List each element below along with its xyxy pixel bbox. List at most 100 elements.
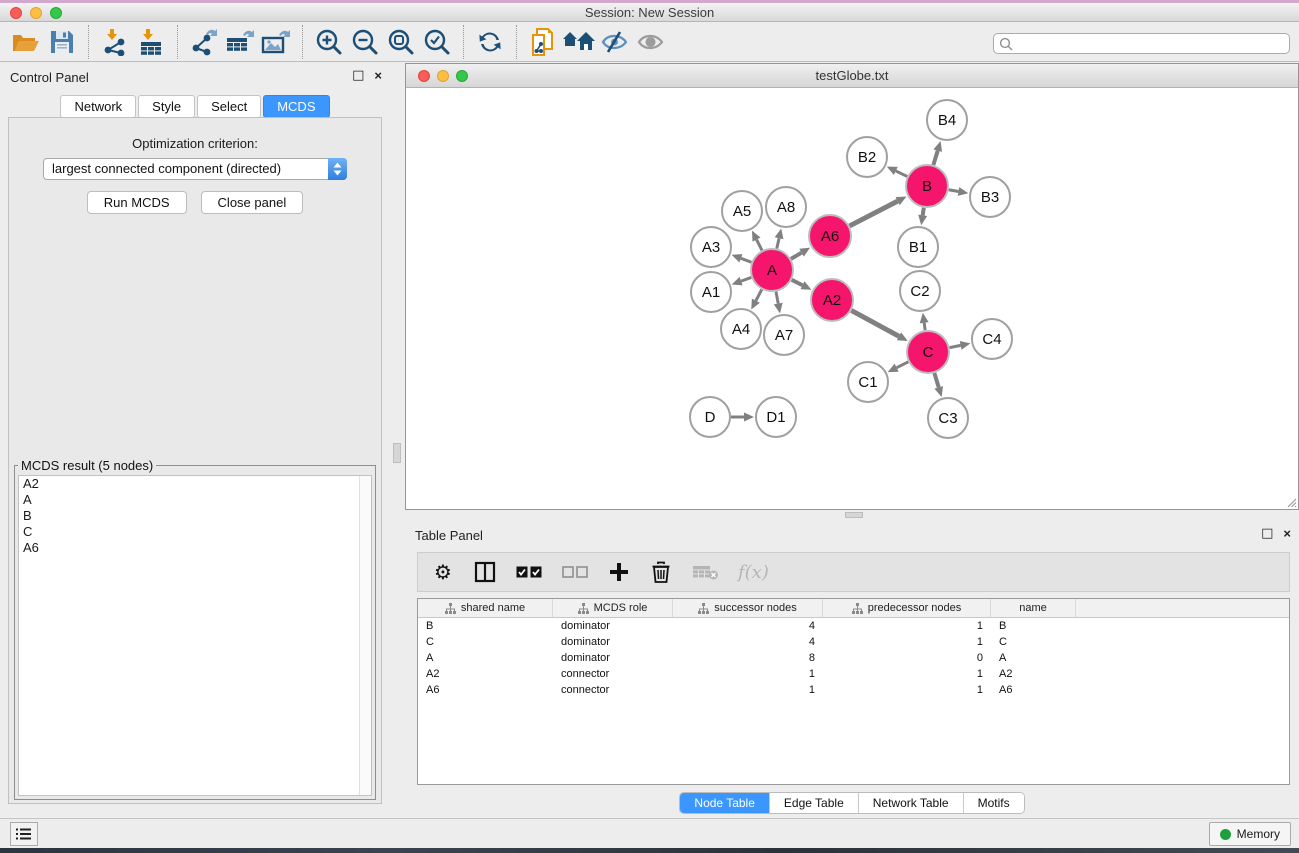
- column-header-shared-name[interactable]: shared name: [418, 599, 553, 617]
- window-resize-grip-icon[interactable]: [1285, 496, 1297, 508]
- node-B3[interactable]: B3: [970, 177, 1010, 217]
- run-mcds-button[interactable]: Run MCDS: [87, 191, 187, 214]
- hide-graphics-details-icon[interactable]: [597, 25, 633, 59]
- cell-shared-name[interactable]: B: [418, 618, 553, 634]
- node-C1[interactable]: C1: [848, 362, 888, 402]
- close-network-window-icon[interactable]: [418, 70, 430, 82]
- import-table-icon[interactable]: [133, 25, 169, 59]
- vertical-split-divider[interactable]: [390, 62, 405, 818]
- unselect-all-icon[interactable]: [562, 560, 588, 584]
- zoom-window-icon[interactable]: [50, 7, 62, 19]
- tab-network-table[interactable]: Network Table: [859, 793, 964, 813]
- node-D[interactable]: D: [690, 397, 730, 437]
- tab-node-table[interactable]: Node Table: [680, 793, 770, 813]
- show-column-icon[interactable]: [474, 560, 496, 584]
- cell-name[interactable]: A2: [991, 666, 1076, 682]
- zoom-selected-icon[interactable]: [419, 25, 455, 59]
- network-canvas[interactable]: AA1A2A3A4A5A6A7A8BB1B2B3B4CC1C2C3C4DD1: [406, 88, 1298, 509]
- tab-mcds[interactable]: MCDS: [263, 95, 329, 118]
- mcds-result-item[interactable]: A2: [19, 476, 371, 492]
- edge-A-A8[interactable]: [777, 238, 779, 248]
- close-panel-button[interactable]: Close panel: [201, 191, 304, 214]
- edge-A-A1[interactable]: [741, 277, 751, 281]
- cell-successor-nodes[interactable]: 1: [673, 682, 823, 698]
- cell-successor-nodes[interactable]: 8: [673, 650, 823, 666]
- cell-name[interactable]: C: [991, 634, 1076, 650]
- tab-select[interactable]: Select: [197, 95, 261, 118]
- edge-B-B1[interactable]: [923, 208, 924, 216]
- tab-edge-table[interactable]: Edge Table: [770, 793, 859, 813]
- cell-MCDS-role[interactable]: dominator: [553, 634, 673, 650]
- network-window-titlebar[interactable]: testGlobe.txt: [406, 64, 1298, 88]
- home-icon[interactable]: [561, 25, 597, 59]
- edge-A6-B[interactable]: [850, 201, 898, 226]
- cell-name[interactable]: B: [991, 618, 1076, 634]
- cell-shared-name[interactable]: A6: [418, 682, 553, 698]
- add-column-icon[interactable]: [608, 560, 630, 584]
- minimize-network-window-icon[interactable]: [437, 70, 449, 82]
- cell-name[interactable]: A6: [991, 682, 1076, 698]
- edge-A-A5[interactable]: [757, 240, 763, 251]
- edge-A-A6[interactable]: [791, 253, 802, 259]
- edge-B-B2[interactable]: [896, 171, 907, 177]
- cell-MCDS-role[interactable]: dominator: [553, 618, 673, 634]
- cell-shared-name[interactable]: A: [418, 650, 553, 666]
- mcds-result-item[interactable]: C: [19, 524, 371, 540]
- node-A3[interactable]: A3: [691, 227, 731, 267]
- node-B2[interactable]: B2: [847, 137, 887, 177]
- table-row[interactable]: Bdominator41B: [418, 618, 1289, 634]
- cell-MCDS-role[interactable]: connector: [553, 682, 673, 698]
- cell-successor-nodes[interactable]: 4: [673, 634, 823, 650]
- node-B4[interactable]: B4: [927, 100, 967, 140]
- save-session-icon[interactable]: [44, 25, 80, 59]
- export-image-icon[interactable]: [258, 25, 294, 59]
- delete-column-trash-icon[interactable]: [650, 560, 672, 584]
- select-all-icon[interactable]: [516, 560, 542, 584]
- edge-B-B4[interactable]: [933, 151, 937, 165]
- minimize-window-icon[interactable]: [30, 7, 42, 19]
- edge-C-C2[interactable]: [924, 323, 925, 330]
- tab-network[interactable]: Network: [60, 95, 136, 118]
- export-network-icon[interactable]: [186, 25, 222, 59]
- edge-A-A4[interactable]: [756, 289, 762, 300]
- node-A2[interactable]: A2: [811, 279, 853, 321]
- cell-predecessor-nodes[interactable]: 0: [823, 650, 991, 666]
- edge-A2-C[interactable]: [851, 310, 899, 336]
- cell-predecessor-nodes[interactable]: 1: [823, 666, 991, 682]
- vertical-split-grip[interactable]: [393, 443, 401, 463]
- float-table-panel-icon[interactable]: □: [1261, 526, 1273, 541]
- edge-B-B3[interactable]: [949, 190, 959, 192]
- zoom-in-icon[interactable]: [311, 25, 347, 59]
- edge-C-C1[interactable]: [897, 362, 909, 368]
- node-C3[interactable]: C3: [928, 398, 968, 438]
- node-C2[interactable]: C2: [900, 271, 940, 311]
- close-panel-icon[interactable]: ×: [374, 68, 382, 83]
- node-A[interactable]: A: [751, 249, 793, 291]
- table-settings-gear-icon[interactable]: ⚙: [432, 560, 454, 584]
- node-C4[interactable]: C4: [972, 319, 1012, 359]
- zoom-network-window-icon[interactable]: [456, 70, 468, 82]
- float-panel-icon[interactable]: □: [352, 68, 364, 83]
- cell-name[interactable]: A: [991, 650, 1076, 666]
- open-file-icon[interactable]: [8, 25, 44, 59]
- export-table-icon[interactable]: [222, 25, 258, 59]
- memory-button[interactable]: Memory: [1209, 822, 1291, 846]
- column-header-successor-nodes[interactable]: successor nodes: [673, 599, 823, 617]
- table-row[interactable]: A2connector11A2: [418, 666, 1289, 682]
- cell-predecessor-nodes[interactable]: 1: [823, 682, 991, 698]
- node-A7[interactable]: A7: [764, 315, 804, 355]
- traffic-lights[interactable]: [10, 7, 62, 19]
- cell-predecessor-nodes[interactable]: 1: [823, 618, 991, 634]
- close-window-icon[interactable]: [10, 7, 22, 19]
- edge-C-C4[interactable]: [950, 345, 961, 347]
- cell-shared-name[interactable]: C: [418, 634, 553, 650]
- edge-A-A7[interactable]: [776, 292, 778, 304]
- search-input[interactable]: [993, 33, 1290, 54]
- node-D1[interactable]: D1: [756, 397, 796, 437]
- dropdown-stepper-icon[interactable]: [328, 158, 347, 180]
- table-row[interactable]: A6connector11A6: [418, 682, 1289, 698]
- cell-successor-nodes[interactable]: 1: [673, 666, 823, 682]
- mcds-result-scrollbar[interactable]: [359, 476, 371, 795]
- node-A6[interactable]: A6: [809, 215, 851, 257]
- cell-MCDS-role[interactable]: connector: [553, 666, 673, 682]
